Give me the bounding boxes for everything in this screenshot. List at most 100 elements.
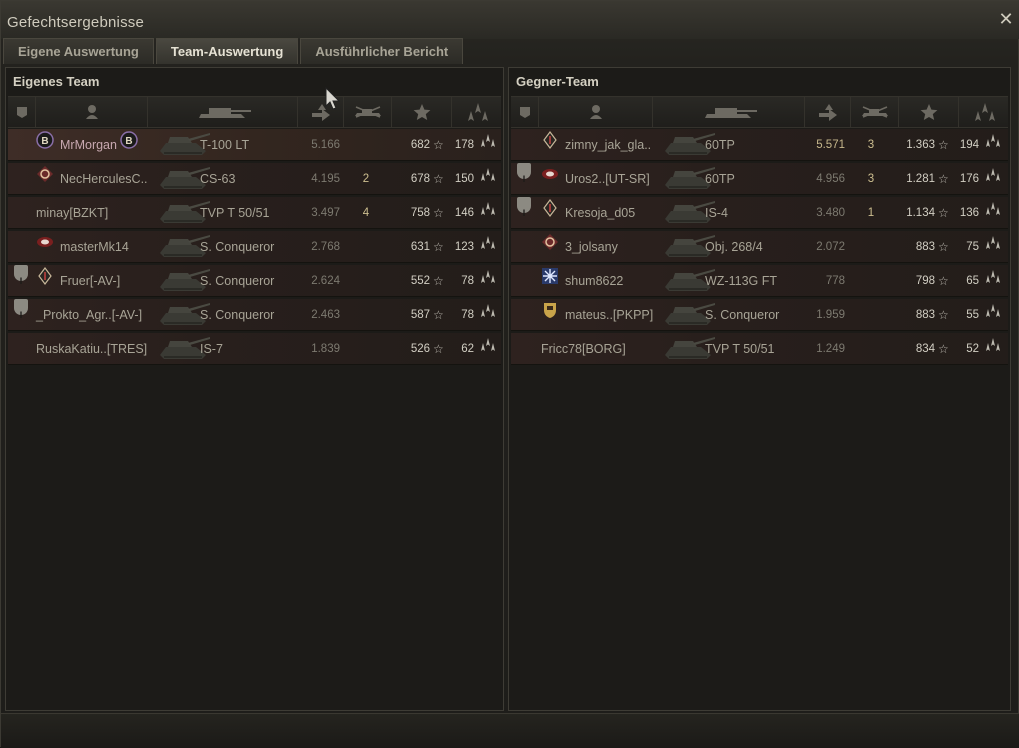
- xp-column-star-icon[interactable]: [899, 97, 959, 127]
- xp-value: 883: [915, 309, 935, 321]
- eye-badge-icon: [36, 231, 54, 249]
- player-row[interactable]: I Fruer[-AV-] S. Conqueror 2.624 552 ☆ 78: [8, 265, 501, 297]
- player-row[interactable]: zimny_jak_gla.. 60TP 5.571 3 1.363 ☆ 194: [511, 129, 1008, 161]
- damage-value: 4.195: [311, 173, 340, 185]
- player-row[interactable]: RuskaKatiu..[TRES] IS-7 1.839 526 ☆ 62: [8, 333, 501, 365]
- xp-star-icon: ☆: [433, 274, 444, 288]
- xp-value: 678: [410, 173, 430, 185]
- player-row[interactable]: I Kresoja_d05 IS-4 3.480 1 1.134 ☆ 136: [511, 197, 1008, 229]
- squad-badge-icon: I: [517, 197, 531, 218]
- player-name[interactable]: Fricc78[BORG]: [541, 333, 626, 365]
- player-column-icon[interactable]: [539, 97, 653, 127]
- squad-badge-icon: I: [14, 265, 28, 286]
- player-row[interactable]: I Uros2..[UT-SR] 60TP 4.956 3 1.281 ☆ 176: [511, 163, 1008, 195]
- tab-ausfuehrlicher-bericht[interactable]: Ausführlicher Bericht: [300, 38, 464, 64]
- player-column-icon[interactable]: [36, 97, 148, 127]
- tank-name: TVP T 50/51: [200, 206, 270, 220]
- tank-column-icon[interactable]: [653, 97, 805, 127]
- eye-badge-icon: [541, 163, 559, 181]
- squad-column-icon[interactable]: [8, 97, 36, 127]
- player-name[interactable]: mateus..[PKPP]: [565, 299, 653, 331]
- player-name[interactable]: Kresoja_d05: [565, 197, 635, 229]
- kills-value: 1: [867, 207, 875, 219]
- tab-team-auswertung[interactable]: Team-Auswertung: [155, 38, 299, 64]
- diamond-badge-icon: [541, 129, 559, 149]
- xp-value: 1.281: [906, 173, 935, 185]
- player-name[interactable]: shum8622: [565, 265, 623, 297]
- player-name[interactable]: masterMk14: [60, 231, 129, 263]
- player-row[interactable]: 3_jolsany Obj. 268/4 2.072 883 ☆ 75: [511, 231, 1008, 263]
- player-name[interactable]: MrMorgan: [60, 129, 117, 161]
- credits-value: 55: [966, 309, 979, 321]
- credits-column-icon[interactable]: [959, 97, 1010, 127]
- credits-value: 150: [454, 173, 474, 185]
- xp-column-star-icon[interactable]: [392, 97, 452, 127]
- player-row[interactable]: shum8622 WZ-113G FT 778 798 ☆ 65: [511, 265, 1008, 297]
- player-row[interactable]: NecHerculesC.. CS-63 4.195 2 678 ☆ 150: [8, 163, 501, 195]
- player-name[interactable]: NecHerculesC..: [60, 163, 148, 195]
- credits-value: 78: [461, 275, 474, 287]
- tab-eigene-auswertung[interactable]: Eigene Auswertung: [3, 38, 154, 64]
- xp-value: 834: [915, 343, 935, 355]
- squad-badge-icon: I: [517, 163, 531, 184]
- credits-column-icon[interactable]: [452, 97, 503, 127]
- tank-name: S. Conqueror: [705, 308, 780, 322]
- tank-column-icon[interactable]: [148, 97, 298, 127]
- player-name[interactable]: _Prokto_Agr..[-AV-]: [36, 299, 142, 331]
- damage-value: 4.956: [816, 173, 845, 185]
- kills-column-icon[interactable]: [851, 97, 899, 127]
- close-icon[interactable]: ✕: [998, 10, 1014, 28]
- xp-value: 682: [410, 139, 430, 151]
- player-name[interactable]: Fruer[-AV-]: [60, 265, 120, 297]
- kills-value: 3: [867, 139, 875, 151]
- player-name[interactable]: zimny_jak_gla..: [565, 129, 651, 161]
- target-badge-icon: [541, 231, 559, 250]
- damage-value: 2.072: [816, 241, 845, 253]
- credits-medal-icon: [985, 333, 1001, 351]
- player-row[interactable]: Fricc78[BORG] TVP T 50/51 1.249 834 ☆ 52: [511, 333, 1008, 365]
- player-row[interactable]: minay[BZKT] TVP T 50/51 3.497 4 758 ☆ 146: [8, 197, 501, 229]
- credits-medal-icon: [480, 265, 496, 283]
- kills-value: 4: [362, 207, 370, 219]
- player-row[interactable]: mateus..[PKPP] S. Conqueror 1.959 883 ☆ 55: [511, 299, 1008, 331]
- xp-value: 587: [410, 309, 430, 321]
- xp-star-icon: ☆: [938, 274, 949, 288]
- tab-bar: Eigene Auswertung Team-Auswertung Ausfüh…: [3, 38, 465, 64]
- xp-star-icon: ☆: [938, 138, 949, 152]
- player-row[interactable]: B MrMorgan B T-100 LT 5.166 682 ☆ 178: [8, 129, 501, 161]
- own-team-rows: B MrMorgan B T-100 LT 5.166 682 ☆ 178 NecHercule…: [8, 129, 501, 367]
- player-row[interactable]: masterMk14 S. Conqueror 2.768 631 ☆ 123: [8, 231, 501, 263]
- squad-column-icon[interactable]: [511, 97, 539, 127]
- player-name[interactable]: minay[BZKT]: [36, 197, 108, 229]
- target-badge-icon: [36, 163, 54, 182]
- damage-column-icon[interactable]: [805, 97, 851, 127]
- damage-value: 5.571: [816, 139, 845, 151]
- damage-value: 2.768: [311, 241, 340, 253]
- kills-column-icon[interactable]: [344, 97, 392, 127]
- xp-star-icon: ☆: [433, 138, 444, 152]
- xp-value: 798: [915, 275, 935, 287]
- xp-star-icon: ☆: [433, 172, 444, 186]
- svg-text:B: B: [41, 136, 48, 147]
- damage-value: 1.959: [816, 309, 845, 321]
- player-row[interactable]: I _Prokto_Agr..[-AV-] S. Conqueror 2.463 587…: [8, 299, 501, 331]
- damage-value: 3.497: [311, 207, 340, 219]
- credits-value: 62: [461, 343, 474, 355]
- xp-star-icon: ☆: [938, 240, 949, 254]
- player-name[interactable]: RuskaKatiu..[TRES]: [36, 333, 147, 365]
- credits-medal-icon: [985, 163, 1001, 181]
- credits-medal-icon: [480, 163, 496, 181]
- player-name[interactable]: 3_jolsany: [565, 231, 618, 263]
- credits-medal-icon: [985, 265, 1001, 283]
- enemy-team-title: Gegner-Team: [516, 74, 599, 89]
- credits-value: 176: [959, 173, 979, 185]
- credits-medal-icon: [985, 231, 1001, 249]
- xp-star-icon: ☆: [938, 308, 949, 322]
- player-name[interactable]: Uros2..[UT-SR]: [565, 163, 650, 195]
- tank-name: IS-7: [200, 342, 223, 356]
- credits-value: 136: [959, 207, 979, 219]
- credits-value: 52: [966, 343, 979, 355]
- xp-star-icon: ☆: [938, 206, 949, 220]
- credits-medal-icon: [480, 231, 496, 249]
- damage-value: 778: [825, 275, 845, 287]
